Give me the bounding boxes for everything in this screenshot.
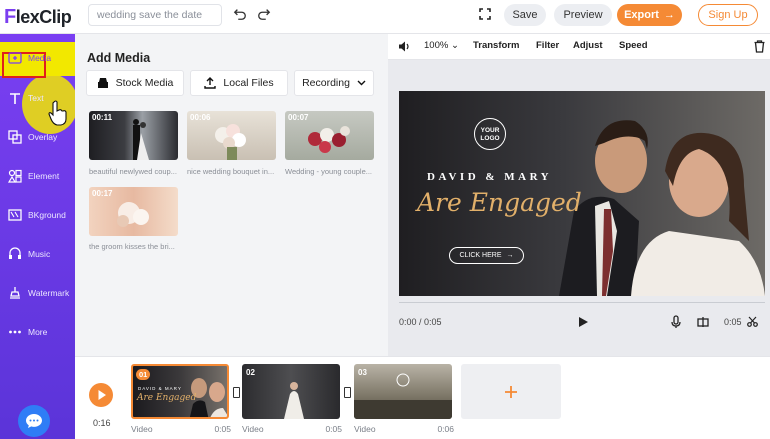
click-here-button[interactable]: CLICK HERE → [449, 247, 524, 264]
sidebar-item-more[interactable]: More [0, 316, 75, 350]
music-icon [9, 247, 21, 259]
hand-cursor-icon [48, 100, 67, 126]
media-thumbnail[interactable]: 00:17 [89, 187, 178, 236]
local-files-button[interactable]: Local Files [190, 70, 288, 96]
sidebar-item-overlay[interactable]: Overlay [0, 121, 75, 155]
clip-number: 02 [246, 368, 255, 377]
clip-thumbnail-image [284, 382, 304, 419]
media-thumbnail[interactable]: 00:11 [89, 111, 178, 160]
sidebar-item-label: Watermark [28, 288, 70, 298]
sidebar-item-element[interactable]: Element [0, 160, 75, 194]
adjust-button[interactable]: Adjust [573, 40, 603, 51]
plus-icon [505, 386, 517, 398]
overlay-icon [8, 130, 22, 144]
stock-media-button[interactable]: Stock Media [86, 70, 184, 96]
export-button[interactable]: Export → [617, 4, 682, 26]
top-bar: FlexClip wedding save the date Save Prev… [0, 0, 770, 34]
scrub-bar[interactable] [399, 302, 765, 303]
element-icon [8, 169, 22, 183]
thumbnail-duration: 00:07 [288, 113, 309, 122]
thumbnail-caption: the groom kisses the bri... [89, 242, 175, 251]
play-timeline-button[interactable] [89, 383, 113, 407]
transform-button[interactable]: Transform [473, 40, 519, 51]
transition-handle[interactable] [233, 387, 240, 398]
play-icon[interactable] [578, 316, 589, 328]
sidebar-item-media[interactable]: Media [0, 42, 75, 78]
logo-circle: YOUR LOGO [474, 118, 506, 150]
transition-handle[interactable] [344, 387, 351, 398]
clip-meta: Video 0:05 [131, 424, 231, 434]
preview-button[interactable]: Preview [554, 4, 612, 26]
current-time: 0:00 / 0:05 [399, 317, 442, 327]
clip-duration: 0:05 [724, 317, 742, 327]
thumbnail-caption: Wedding - young couple... [285, 167, 373, 176]
undo-icon[interactable] [233, 7, 247, 21]
sidebar-item-label: Overlay [28, 132, 58, 142]
timeline-clip[interactable]: 01 DAVID & MARY Are Engaged [131, 364, 229, 419]
sidebar: Media Text Overlay Element BKground Musi… [0, 34, 78, 439]
thumbnail-duration: 00:11 [92, 113, 113, 122]
zoom-level[interactable]: 100% ⌄ [424, 40, 459, 51]
media-icon [8, 52, 22, 64]
clip-headline-text: Are Engaged [137, 393, 197, 403]
play-icon [98, 390, 106, 400]
sidebar-item-label: Media [28, 53, 52, 63]
chevron-down-icon: ⌄ [450, 40, 459, 51]
split-icon[interactable] [697, 316, 709, 328]
add-clip-button[interactable] [461, 364, 561, 419]
app-logo[interactable]: FlexClip [4, 6, 72, 29]
clip-number: 03 [358, 368, 367, 377]
chat-support-button[interactable] [18, 405, 50, 437]
volume-icon[interactable] [398, 40, 411, 53]
thumbnail-caption: nice wedding bouquet in... [187, 167, 275, 176]
arrow-right-icon: → [506, 252, 514, 259]
thumbnail-duration: 00:06 [190, 113, 211, 122]
clip-names-text: DAVID & MARY [138, 386, 182, 391]
fit-screen-icon[interactable] [479, 8, 491, 20]
panel-title: Add Media [87, 51, 151, 65]
save-button[interactable]: Save [504, 4, 546, 26]
scissors-icon[interactable] [747, 316, 758, 327]
project-name-input[interactable]: wedding save the date [88, 4, 222, 26]
sidebar-item-label: Text [28, 93, 44, 103]
sidebar-item-label: Element [28, 171, 60, 181]
clip-thumbnail-image [354, 373, 452, 419]
timeline-clip[interactable]: 03 [354, 364, 452, 419]
thumbnail-caption: beautiful newlywed coup... [89, 167, 177, 176]
timeline-clip[interactable]: 02 [242, 364, 340, 419]
sidebar-item-label: More [28, 327, 48, 337]
media-thumbnail[interactable]: 00:06 [187, 111, 276, 160]
arrow-right-icon: → [663, 9, 675, 21]
sidebar-item-background[interactable]: BKground [0, 199, 75, 233]
text-icon [10, 93, 20, 104]
redo-icon[interactable] [257, 7, 271, 21]
trash-icon[interactable] [754, 40, 765, 53]
background-icon [8, 209, 22, 221]
thumbnail-duration: 00:17 [92, 189, 113, 198]
watermark-icon [10, 287, 20, 299]
headline-text: Are Engaged [417, 188, 582, 217]
chat-icon [26, 414, 42, 428]
sidebar-item-label: Music [28, 249, 51, 259]
recording-dropdown[interactable]: Recording [294, 70, 374, 96]
microphone-icon[interactable] [671, 315, 681, 329]
sidebar-item-watermark[interactable]: Watermark [0, 277, 75, 311]
sidebar-item-music[interactable]: Music [0, 238, 75, 272]
timeline-total-duration: 0:16 [93, 418, 111, 428]
chevron-down-icon [357, 80, 366, 86]
video-canvas[interactable]: YOUR LOGO DAVID & MARY Are Engaged CLICK… [399, 91, 765, 296]
sidebar-item-label: BKground [28, 210, 66, 220]
sign-up-button[interactable]: Sign Up [698, 4, 758, 26]
stock-media-icon [97, 78, 108, 88]
media-thumbnail[interactable]: 00:07 [285, 111, 374, 160]
filter-button[interactable]: Filter [536, 40, 559, 51]
speed-button[interactable]: Speed [619, 40, 648, 51]
couple-names: DAVID & MARY [427, 171, 553, 183]
more-icon [9, 330, 21, 334]
clip-meta: Video 0:06 [354, 424, 454, 434]
upload-icon [204, 77, 217, 89]
preview-toolbar: 100% ⌄ Transform Filter Adjust Speed [388, 34, 770, 60]
clip-meta: Video 0:05 [242, 424, 342, 434]
